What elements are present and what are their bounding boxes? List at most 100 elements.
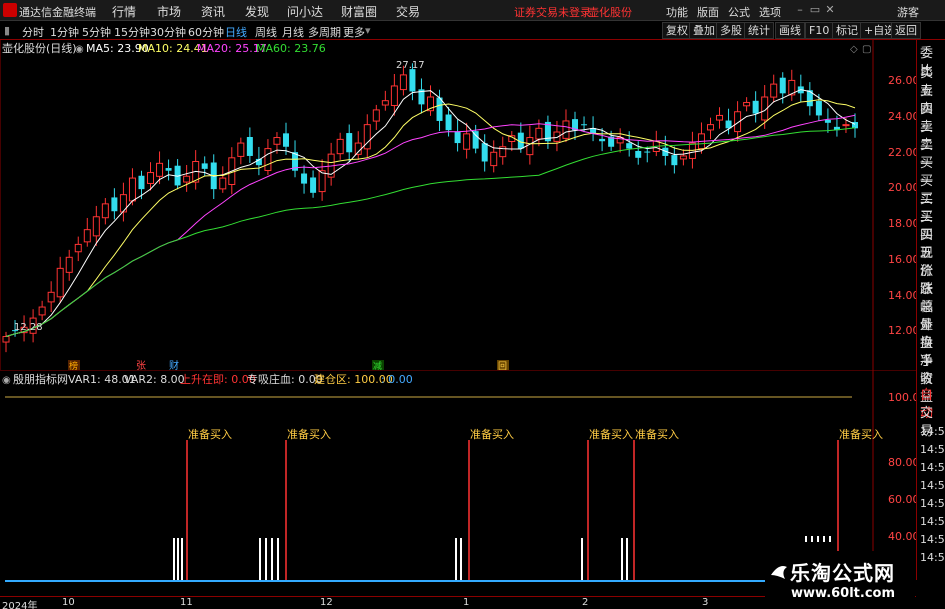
buy-signal-labels: 准备买入 准备买入 准备买入 准备买入 准备买入 准备买入 xyxy=(188,427,883,441)
tab-period-1min[interactable]: 1分钟 xyxy=(50,24,79,40)
candle-body xyxy=(56,267,64,298)
candle-body xyxy=(282,133,289,147)
candle-body xyxy=(83,229,91,243)
login-status[interactable]: 证券交易未登录 xyxy=(514,4,591,20)
candle-body xyxy=(644,151,651,153)
candle-body xyxy=(472,131,479,149)
menu-wealth[interactable]: 财富圈 xyxy=(341,3,377,20)
candle-body xyxy=(454,131,461,144)
candle-body xyxy=(246,137,253,156)
candle-body xyxy=(599,138,606,142)
indicator-name[interactable]: 殷朋指标网 xyxy=(13,372,68,386)
date-tick: 3 xyxy=(702,597,709,608)
event-marker[interactable]: 榜 xyxy=(69,360,78,370)
tab-period-15min[interactable]: 15分钟 xyxy=(114,24,150,40)
expand-icon[interactable]: ▢ xyxy=(862,44,871,55)
candle-body xyxy=(147,172,155,184)
candle-body xyxy=(671,155,678,166)
candle-body xyxy=(101,203,109,219)
buy-signal-label: 准备买入 xyxy=(188,427,232,441)
candle-body xyxy=(165,168,172,171)
indicator-settings-icon[interactable]: ◉ xyxy=(2,375,11,386)
menu-layout[interactable]: 版面 xyxy=(697,4,719,20)
candle-body xyxy=(65,256,73,273)
tab-period-intraday[interactable]: 分时 xyxy=(22,24,44,40)
tab-period-5min[interactable]: 5分钟 xyxy=(82,24,111,40)
date-tick: 1 xyxy=(463,597,470,608)
tab-period-60min[interactable]: 60分钟 xyxy=(188,24,224,40)
minimize-icon[interactable]: – xyxy=(793,3,807,17)
event-marker[interactable]: 财 xyxy=(169,359,179,370)
event-marker[interactable]: 回 xyxy=(498,361,507,370)
menu-function[interactable]: 功能 xyxy=(666,4,688,20)
back-button[interactable]: 返回 xyxy=(891,22,921,39)
adjust-button[interactable]: 复权 xyxy=(662,22,692,39)
candle-body xyxy=(128,177,136,202)
menu-market[interactable]: 市场 xyxy=(157,3,181,20)
watermark-title: 乐淘公式网 xyxy=(790,561,895,585)
candle-body xyxy=(138,175,145,190)
menu-news[interactable]: 资讯 xyxy=(201,3,225,20)
tab-period-monthly[interactable]: 月线 xyxy=(282,24,304,40)
event-marker[interactable]: 张 xyxy=(136,360,146,370)
restore-icon[interactable]: ▭ xyxy=(808,3,822,17)
tick-time: 14:55 xyxy=(920,479,945,492)
price-tick: 12.00 xyxy=(888,324,916,337)
tab-period-multi[interactable]: 多周期 xyxy=(308,24,341,40)
candle-body xyxy=(336,138,344,155)
tick-time: 14:55 xyxy=(920,497,945,510)
menu-trade[interactable]: 交易 xyxy=(396,3,420,20)
date-tick: 12 xyxy=(320,597,333,608)
tick-time: 14:56 xyxy=(920,551,945,564)
kline-chart[interactable]: 壶化股份(日线) ◉ MA5: 23.90 MA10: 24.41 MA20: … xyxy=(0,40,916,370)
candle-body xyxy=(679,155,687,160)
overlay-button[interactable]: 叠加 xyxy=(689,22,719,39)
menu-formula[interactable]: 公式 xyxy=(728,4,750,20)
date-tick: 11 xyxy=(180,597,193,608)
tab-period-30min[interactable]: 30分钟 xyxy=(150,24,186,40)
f10-button[interactable]: F10 xyxy=(805,22,834,39)
ma60-label: MA60: 23.76 xyxy=(256,42,326,55)
stats-button[interactable]: 统计 xyxy=(744,22,774,39)
candle-body xyxy=(156,162,164,177)
watermark-url: www.60lt.com xyxy=(791,586,896,601)
event-marker[interactable]: 减 xyxy=(373,360,382,370)
close-icon[interactable]: ✕ xyxy=(823,3,837,17)
tab-period-more[interactable]: 更多 xyxy=(343,24,365,40)
buy-signal-label: 准备买入 xyxy=(470,427,514,441)
buy-signal-label: 准备买入 xyxy=(287,427,331,441)
toolbar-grip-icon: ▮ xyxy=(4,24,11,37)
candle-body xyxy=(390,85,398,107)
ma-settings-icon[interactable]: ◉ xyxy=(75,44,84,55)
tab-period-weekly[interactable]: 周线 xyxy=(255,24,277,40)
user-name[interactable]: 游客 xyxy=(897,4,919,20)
multi-stock-button[interactable]: 多股 xyxy=(716,22,746,39)
candle-body xyxy=(219,177,227,190)
candle-body xyxy=(581,124,588,126)
tick-time: 14:54 xyxy=(920,425,945,438)
draw-line-button[interactable]: 画线 xyxy=(775,22,805,39)
event-markers: 榜 张 财 减 回 xyxy=(68,359,509,370)
volume-ticks xyxy=(173,536,831,581)
more-chevron-icon[interactable]: ▾ xyxy=(365,24,371,37)
candle-body xyxy=(47,291,55,303)
buy-signal-label: 准备买入 xyxy=(589,427,633,441)
tick-time: 14:54 xyxy=(920,443,945,456)
menu-discover[interactable]: 发现 xyxy=(245,3,269,20)
menu-bar: 通达信金融终端 行情 市场 资讯 发现 问小达 财富圈 交易 证券交易未登录 壶… xyxy=(0,0,945,21)
tab-period-daily[interactable]: 日线 xyxy=(225,24,247,40)
ma60-line xyxy=(5,127,856,337)
candle-body xyxy=(237,142,245,157)
menu-options[interactable]: 选项 xyxy=(759,4,781,20)
menu-quotes[interactable]: 行情 xyxy=(112,3,136,20)
low-price-annotation: 12.28 xyxy=(14,322,43,333)
candle-body xyxy=(562,120,570,139)
diamond-icon[interactable]: ◇ xyxy=(850,44,858,55)
candle-body xyxy=(535,127,543,140)
candle-body xyxy=(842,124,850,127)
menu-assistant[interactable]: 问小达 xyxy=(287,3,323,20)
candle-body xyxy=(626,143,633,149)
mark-button[interactable]: 标记 xyxy=(832,22,862,39)
indicator-tick: 40.00 xyxy=(888,530,916,543)
candle-body xyxy=(273,137,281,145)
